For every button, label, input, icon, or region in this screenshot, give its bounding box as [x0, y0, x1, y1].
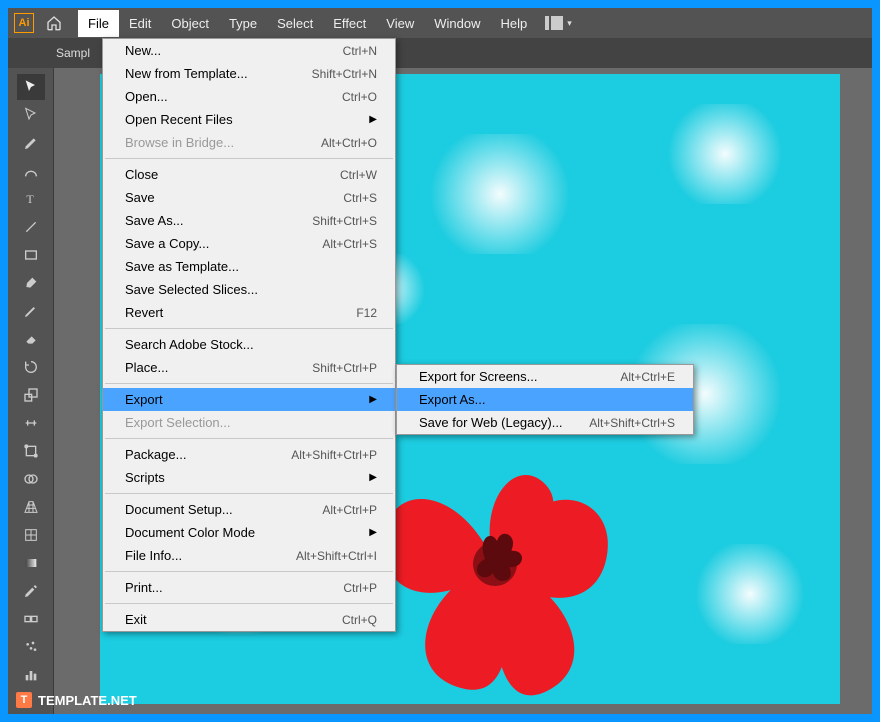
file-menu-package[interactable]: Package...Alt+Shift+Ctrl+P: [103, 443, 395, 466]
chevron-right-icon: ▶: [369, 472, 377, 483]
paintbrush-tool[interactable]: [17, 270, 45, 296]
document-tab[interactable]: Sampl: [56, 46, 90, 60]
file-menu-save-as[interactable]: Save As...Shift+Ctrl+S: [103, 209, 395, 232]
chevron-right-icon: ▶: [369, 527, 377, 538]
menu-select[interactable]: Select: [267, 10, 323, 37]
export-submenu-export-as[interactable]: Export As...: [397, 388, 693, 411]
rectangle-tool[interactable]: [17, 242, 45, 268]
menu-object[interactable]: Object: [161, 10, 219, 37]
watermark-text: TEMPLATE.NET: [38, 693, 137, 708]
pencil-tool[interactable]: [17, 298, 45, 324]
menu-help[interactable]: Help: [490, 10, 537, 37]
file-menu-export[interactable]: Export▶: [103, 388, 395, 411]
file-menu-save-selected-slices[interactable]: Save Selected Slices...: [103, 278, 395, 301]
menu-window[interactable]: Window: [424, 10, 490, 37]
file-menu-place[interactable]: Place...Shift+Ctrl+P: [103, 356, 395, 379]
file-menu-open-recent-files[interactable]: Open Recent Files▶: [103, 108, 395, 131]
eyedropper-tool[interactable]: [17, 578, 45, 604]
watermark: T TEMPLATE.NET: [16, 692, 137, 708]
file-menu-document-color-mode[interactable]: Document Color Mode▶: [103, 521, 395, 544]
file-menu-new[interactable]: New...Ctrl+N: [103, 39, 395, 62]
tool-panel: T: [8, 68, 54, 714]
export-submenu-export-for-screens[interactable]: Export for Screens...Alt+Ctrl+E: [397, 365, 693, 388]
file-menu-exit[interactable]: ExitCtrl+Q: [103, 608, 395, 631]
chevron-right-icon: ▶: [369, 394, 377, 405]
home-button[interactable]: [42, 11, 66, 35]
mesh-tool[interactable]: [17, 522, 45, 548]
export-submenu: Export for Screens...Alt+Ctrl+EExport As…: [396, 364, 694, 435]
direct-selection-tool[interactable]: [17, 102, 45, 128]
blend-tool[interactable]: [17, 606, 45, 632]
file-menu-revert[interactable]: RevertF12: [103, 301, 395, 324]
export-submenu-save-for-web-legacy[interactable]: Save for Web (Legacy)...Alt+Shift+Ctrl+S: [397, 411, 693, 434]
file-menu-export-selection: Export Selection...: [103, 411, 395, 434]
app-logo: Ai: [14, 13, 34, 33]
file-menu-save-a-copy[interactable]: Save a Copy...Alt+Ctrl+S: [103, 232, 395, 255]
workspace-switcher[interactable]: ▾: [545, 16, 572, 30]
watermark-icon: T: [16, 692, 32, 708]
file-menu-browse-in-bridge: Browse in Bridge...Alt+Ctrl+O: [103, 131, 395, 154]
curvature-tool[interactable]: [17, 158, 45, 184]
file-menu-save-as-template[interactable]: Save as Template...: [103, 255, 395, 278]
file-menu-scripts[interactable]: Scripts▶: [103, 466, 395, 489]
file-menu-dropdown: New...Ctrl+NNew from Template...Shift+Ct…: [102, 38, 396, 632]
file-menu-save[interactable]: SaveCtrl+S: [103, 186, 395, 209]
file-menu-print[interactable]: Print...Ctrl+P: [103, 576, 395, 599]
file-menu-new-from-template[interactable]: New from Template...Shift+Ctrl+N: [103, 62, 395, 85]
scale-tool[interactable]: [17, 382, 45, 408]
width-tool[interactable]: [17, 410, 45, 436]
chevron-right-icon: ▶: [369, 114, 377, 125]
shape-builder-tool[interactable]: [17, 466, 45, 492]
line-tool[interactable]: [17, 214, 45, 240]
gradient-tool[interactable]: [17, 550, 45, 576]
type-tool[interactable]: T: [17, 186, 45, 212]
menu-edit[interactable]: Edit: [119, 10, 161, 37]
menu-file[interactable]: File: [78, 10, 119, 37]
file-menu-close[interactable]: CloseCtrl+W: [103, 163, 395, 186]
menu-effect[interactable]: Effect: [323, 10, 376, 37]
rotate-tool[interactable]: [17, 354, 45, 380]
menu-view[interactable]: View: [376, 10, 424, 37]
file-menu-search-adobe-stock[interactable]: Search Adobe Stock...: [103, 333, 395, 356]
symbol-sprayer-tool[interactable]: [17, 634, 45, 660]
free-transform-tool[interactable]: [17, 438, 45, 464]
perspective-grid-tool[interactable]: [17, 494, 45, 520]
pen-tool[interactable]: [17, 130, 45, 156]
menubar: Ai File Edit Object Type Select Effect V…: [8, 8, 872, 38]
column-graph-tool[interactable]: [17, 662, 45, 688]
svg-text:T: T: [26, 192, 34, 206]
file-menu-document-setup[interactable]: Document Setup...Alt+Ctrl+P: [103, 498, 395, 521]
menu-type[interactable]: Type: [219, 10, 267, 37]
selection-tool[interactable]: [17, 74, 45, 100]
eraser-tool[interactable]: [17, 326, 45, 352]
file-menu-open[interactable]: Open...Ctrl+O: [103, 85, 395, 108]
file-menu-file-info[interactable]: File Info...Alt+Shift+Ctrl+I: [103, 544, 395, 567]
